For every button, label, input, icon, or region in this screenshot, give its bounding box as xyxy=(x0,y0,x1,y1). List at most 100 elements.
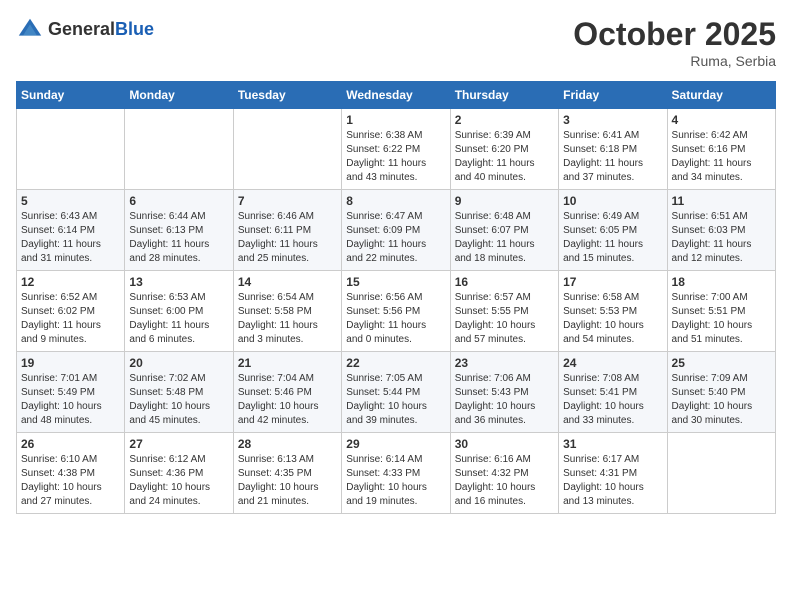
month-title: October 2025 xyxy=(573,16,776,53)
day-info: Sunrise: 6:39 AM Sunset: 6:20 PM Dayligh… xyxy=(455,129,554,185)
page-header: GeneralBlue October 2025 Ruma, Serbia xyxy=(16,16,776,69)
calendar-cell: 21 Sunrise: 7:04 AM Sunset: 5:46 PM Dayli… xyxy=(233,352,341,433)
day-info: Sunrise: 6:43 AM Sunset: 6:14 PM Dayligh… xyxy=(21,210,120,266)
day-info: Sunrise: 7:06 AM Sunset: 5:43 PM Dayligh… xyxy=(455,372,554,428)
location: Ruma, Serbia xyxy=(573,53,776,69)
day-number: 13 xyxy=(129,275,228,289)
day-number: 26 xyxy=(21,437,120,451)
day-info: Sunrise: 7:00 AM Sunset: 5:51 PM Dayligh… xyxy=(672,291,771,347)
day-number: 7 xyxy=(238,194,337,208)
calendar-cell: 4 Sunrise: 6:42 AM Sunset: 6:16 PM Daylig… xyxy=(667,109,775,190)
calendar-cell: 2Sunrise: 6:39 AM Sunset: 6:20 PM Daylig… xyxy=(450,109,558,190)
day-number: 3 xyxy=(563,113,662,127)
calendar-cell: 14 Sunrise: 6:54 AM Sunset: 5:58 PM Dayli… xyxy=(233,271,341,352)
day-number: 10 xyxy=(563,194,662,208)
day-number: 24 xyxy=(563,356,662,370)
calendar-week-4: 19 Sunrise: 7:01 AM Sunset: 5:49 PM Dayli… xyxy=(17,352,776,433)
day-info: Sunrise: 6:42 AM Sunset: 6:16 PM Dayligh… xyxy=(672,129,771,185)
calendar-cell xyxy=(17,109,125,190)
calendar-cell: 16 Sunrise: 6:57 AM Sunset: 5:55 PM Dayli… xyxy=(450,271,558,352)
calendar-cell: 22 Sunrise: 7:05 AM Sunset: 5:44 PM Dayli… xyxy=(342,352,450,433)
day-info: Sunrise: 6:38 AM Sunset: 6:22 PM Dayligh… xyxy=(346,129,445,185)
calendar-cell: 20 Sunrise: 7:02 AM Sunset: 5:48 PM Dayli… xyxy=(125,352,233,433)
calendar-cell xyxy=(233,109,341,190)
day-info: Sunrise: 6:56 AM Sunset: 5:56 PM Dayligh… xyxy=(346,291,445,347)
day-number: 4 xyxy=(672,113,771,127)
day-info: Sunrise: 6:41 AM Sunset: 6:18 PM Dayligh… xyxy=(563,129,662,185)
day-number: 30 xyxy=(455,437,554,451)
calendar-cell: 9 Sunrise: 6:48 AM Sunset: 6:07 PM Daylig… xyxy=(450,190,558,271)
calendar-cell: 26 Sunrise: 6:10 AM Sunset: 4:38 PM Dayli… xyxy=(17,433,125,514)
calendar-cell: 28Sunrise: 6:13 AM Sunset: 4:35 PM Dayli… xyxy=(233,433,341,514)
day-number: 9 xyxy=(455,194,554,208)
calendar-cell: 17 Sunrise: 6:58 AM Sunset: 5:53 PM Dayli… xyxy=(559,271,667,352)
day-info: Sunrise: 7:05 AM Sunset: 5:44 PM Dayligh… xyxy=(346,372,445,428)
day-info: Sunrise: 7:08 AM Sunset: 5:41 PM Dayligh… xyxy=(563,372,662,428)
calendar-cell: 30 Sunrise: 6:16 AM Sunset: 4:32 PM Dayli… xyxy=(450,433,558,514)
calendar-week-5: 26 Sunrise: 6:10 AM Sunset: 4:38 PM Dayli… xyxy=(17,433,776,514)
day-info: Sunrise: 6:47 AM Sunset: 6:09 PM Dayligh… xyxy=(346,210,445,266)
day-number: 6 xyxy=(129,194,228,208)
day-info: Sunrise: 7:04 AM Sunset: 5:46 PM Dayligh… xyxy=(238,372,337,428)
day-number: 8 xyxy=(346,194,445,208)
calendar-cell: 27Sunrise: 6:12 AM Sunset: 4:36 PM Dayli… xyxy=(125,433,233,514)
day-number: 21 xyxy=(238,356,337,370)
calendar-table: SundayMondayTuesdayWednesdayThursdayFrid… xyxy=(16,81,776,514)
calendar-cell: 5Sunrise: 6:43 AM Sunset: 6:14 PM Daylig… xyxy=(17,190,125,271)
logo-icon xyxy=(16,16,44,44)
weekday-header-sunday: Sunday xyxy=(17,82,125,109)
day-info: Sunrise: 6:44 AM Sunset: 6:13 PM Dayligh… xyxy=(129,210,228,266)
calendar-cell: 3 Sunrise: 6:41 AM Sunset: 6:18 PM Daylig… xyxy=(559,109,667,190)
day-number: 25 xyxy=(672,356,771,370)
day-info: Sunrise: 7:02 AM Sunset: 5:48 PM Dayligh… xyxy=(129,372,228,428)
calendar-cell: 10 Sunrise: 6:49 AM Sunset: 6:05 PM Dayli… xyxy=(559,190,667,271)
logo-text-general: General xyxy=(48,19,115,39)
day-number: 14 xyxy=(238,275,337,289)
day-info: Sunrise: 6:52 AM Sunset: 6:02 PM Dayligh… xyxy=(21,291,120,347)
calendar-cell: 25 Sunrise: 7:09 AM Sunset: 5:40 PM Dayli… xyxy=(667,352,775,433)
calendar-cell: 24 Sunrise: 7:08 AM Sunset: 5:41 PM Dayli… xyxy=(559,352,667,433)
weekday-header-friday: Friday xyxy=(559,82,667,109)
calendar-cell: 18 Sunrise: 7:00 AM Sunset: 5:51 PM Dayli… xyxy=(667,271,775,352)
day-info: Sunrise: 6:16 AM Sunset: 4:32 PM Dayligh… xyxy=(455,453,554,509)
day-info: Sunrise: 6:53 AM Sunset: 6:00 PM Dayligh… xyxy=(129,291,228,347)
day-number: 17 xyxy=(563,275,662,289)
day-number: 29 xyxy=(346,437,445,451)
day-info: Sunrise: 6:58 AM Sunset: 5:53 PM Dayligh… xyxy=(563,291,662,347)
day-info: Sunrise: 7:09 AM Sunset: 5:40 PM Dayligh… xyxy=(672,372,771,428)
day-info: Sunrise: 6:10 AM Sunset: 4:38 PM Dayligh… xyxy=(21,453,120,509)
day-number: 31 xyxy=(563,437,662,451)
calendar-cell: 23 Sunrise: 7:06 AM Sunset: 5:43 PM Dayli… xyxy=(450,352,558,433)
weekday-header-wednesday: Wednesday xyxy=(342,82,450,109)
day-info: Sunrise: 6:51 AM Sunset: 6:03 PM Dayligh… xyxy=(672,210,771,266)
day-info: Sunrise: 6:49 AM Sunset: 6:05 PM Dayligh… xyxy=(563,210,662,266)
day-number: 16 xyxy=(455,275,554,289)
day-info: Sunrise: 7:01 AM Sunset: 5:49 PM Dayligh… xyxy=(21,372,120,428)
day-info: Sunrise: 6:57 AM Sunset: 5:55 PM Dayligh… xyxy=(455,291,554,347)
day-number: 1 xyxy=(346,113,445,127)
calendar-cell xyxy=(667,433,775,514)
calendar-cell: 13 Sunrise: 6:53 AM Sunset: 6:00 PM Dayli… xyxy=(125,271,233,352)
day-info: Sunrise: 6:12 AM Sunset: 4:36 PM Dayligh… xyxy=(129,453,228,509)
weekday-header-row: SundayMondayTuesdayWednesdayThursdayFrid… xyxy=(17,82,776,109)
calendar-cell: 6 Sunrise: 6:44 AM Sunset: 6:13 PM Daylig… xyxy=(125,190,233,271)
calendar-cell: 19 Sunrise: 7:01 AM Sunset: 5:49 PM Dayli… xyxy=(17,352,125,433)
day-number: 19 xyxy=(21,356,120,370)
day-info: Sunrise: 6:17 AM Sunset: 4:31 PM Dayligh… xyxy=(563,453,662,509)
day-number: 15 xyxy=(346,275,445,289)
day-info: Sunrise: 6:48 AM Sunset: 6:07 PM Dayligh… xyxy=(455,210,554,266)
day-number: 23 xyxy=(455,356,554,370)
day-info: Sunrise: 6:54 AM Sunset: 5:58 PM Dayligh… xyxy=(238,291,337,347)
calendar-cell: 15 Sunrise: 6:56 AM Sunset: 5:56 PM Dayli… xyxy=(342,271,450,352)
logo: GeneralBlue xyxy=(16,16,154,44)
day-number: 22 xyxy=(346,356,445,370)
weekday-header-saturday: Saturday xyxy=(667,82,775,109)
calendar-week-2: 5Sunrise: 6:43 AM Sunset: 6:14 PM Daylig… xyxy=(17,190,776,271)
calendar-cell: 1 Sunrise: 6:38 AM Sunset: 6:22 PM Daylig… xyxy=(342,109,450,190)
day-info: Sunrise: 6:46 AM Sunset: 6:11 PM Dayligh… xyxy=(238,210,337,266)
weekday-header-thursday: Thursday xyxy=(450,82,558,109)
day-number: 28 xyxy=(238,437,337,451)
calendar-week-3: 12Sunrise: 6:52 AM Sunset: 6:02 PM Dayli… xyxy=(17,271,776,352)
day-number: 20 xyxy=(129,356,228,370)
day-number: 18 xyxy=(672,275,771,289)
